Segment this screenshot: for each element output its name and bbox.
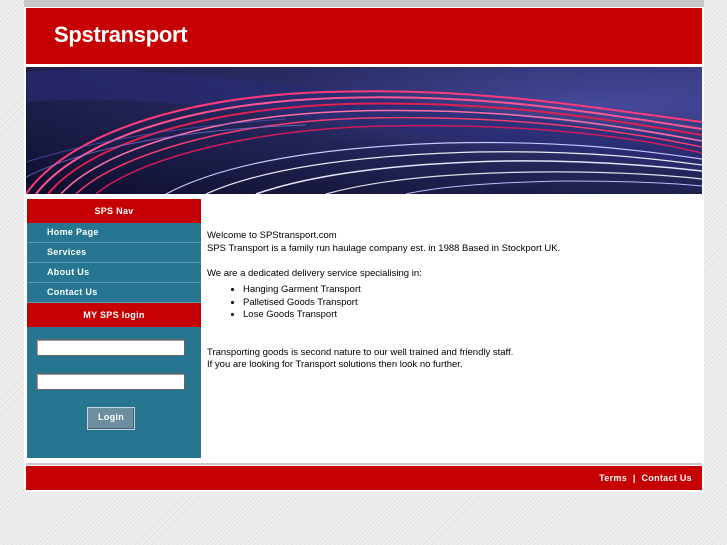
hero-image-light-trails: [26, 67, 702, 194]
header-banner: Spstransport: [26, 8, 702, 64]
page-frame: Spstransport SPS Nav Home Page Services …: [24, 0, 704, 492]
sidebar-item-home-page[interactable]: Home Page: [27, 223, 201, 243]
intro-text: SPS Transport is a family run haulage co…: [207, 242, 561, 254]
sidebar-item-contact-us[interactable]: Contact Us: [27, 283, 201, 303]
sidebar-nav-title: SPS Nav: [27, 199, 201, 223]
light-trails-graphic: [26, 67, 702, 194]
sidebar-item-about-us[interactable]: About Us: [27, 263, 201, 283]
terms-link[interactable]: Terms: [599, 473, 627, 483]
password-field[interactable]: [36, 373, 185, 390]
footer: Terms | Contact Us: [26, 466, 702, 490]
list-item: Hanging Garment Transport: [243, 284, 687, 297]
list-item: Palletised Goods Transport: [243, 297, 687, 310]
closing-text-2: If you are looking for Transport solutio…: [207, 359, 463, 370]
list-item: Lose Goods Transport: [243, 309, 687, 322]
contact-us-link[interactable]: Contact Us: [641, 473, 692, 483]
services-list: Hanging Garment Transport Palletised Goo…: [207, 284, 687, 322]
footer-border: [26, 463, 702, 465]
site-title: Spstransport: [54, 22, 188, 47]
login-form: Login: [27, 327, 201, 452]
main-content: Welcome to SPStransport.com SPS Transpor…: [207, 230, 687, 372]
welcome-text: Welcome to SPStransport.com: [207, 230, 337, 241]
footer-links: Terms | Contact Us: [599, 473, 692, 483]
closing-text-1: Transporting goods is second nature to o…: [207, 346, 514, 358]
login-button[interactable]: Login: [87, 407, 135, 430]
footer-separator: |: [632, 473, 636, 483]
sidebar-item-services[interactable]: Services: [27, 243, 201, 263]
login-title: MY SPS login: [27, 303, 201, 327]
sidebar: SPS Nav Home Page Services About Us Cont…: [27, 199, 201, 458]
service-intro-text: We are a dedicated delivery service spec…: [207, 267, 422, 279]
top-border: [24, 0, 704, 7]
username-field[interactable]: [36, 339, 185, 356]
